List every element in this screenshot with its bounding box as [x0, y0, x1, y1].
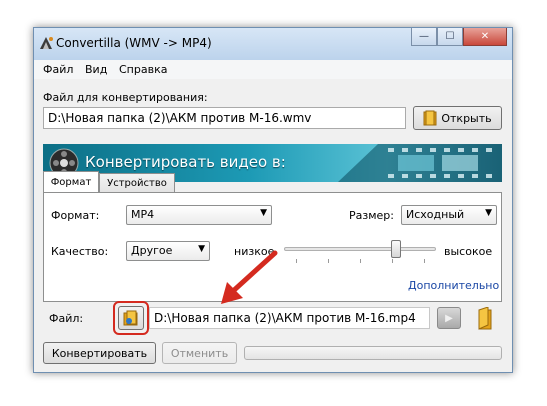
- close-button[interactable]: ✕: [463, 28, 507, 46]
- menu-bar: Файл Вид Справка: [34, 60, 512, 79]
- convert-button[interactable]: Конвертировать: [43, 342, 156, 364]
- slider-thumb[interactable]: [391, 240, 401, 258]
- chevron-down-icon: ▼: [485, 208, 492, 218]
- quality-select[interactable]: Другое ▼: [126, 241, 210, 261]
- format-label: Формат:: [51, 209, 100, 222]
- slider-track: [284, 247, 436, 251]
- quality-high-label: высокое: [444, 245, 493, 258]
- chevron-down-icon: ▼: [198, 244, 205, 254]
- window-title: Convertilla (WMV -> MP4): [56, 36, 212, 50]
- slider-tick: [424, 259, 425, 263]
- title-bar[interactable]: Convertilla (WMV -> MP4) — ☐ ✕: [34, 28, 512, 60]
- slider-tick: [296, 259, 297, 263]
- quality-slider[interactable]: [284, 239, 436, 265]
- play-button[interactable]: ▶: [437, 307, 461, 329]
- banner-text: Конвертировать видео в:: [85, 153, 286, 171]
- folder-icon: [423, 110, 437, 126]
- play-icon: ▶: [445, 312, 453, 324]
- minimize-button[interactable]: —: [411, 28, 437, 46]
- slider-tick: [392, 259, 393, 263]
- film-strip-icon: [338, 144, 502, 182]
- output-browse-button[interactable]: [118, 306, 144, 330]
- output-file-input[interactable]: D:\Новая папка (2)\АКМ против М-16.mp4: [149, 307, 430, 329]
- source-file-input[interactable]: D:\Новая папка (2)\АКМ против М-16.wmv: [43, 107, 406, 129]
- quality-select-value: Другое: [131, 244, 173, 257]
- conversion-progress-bar: [244, 346, 502, 360]
- size-select-value: Исходный: [406, 208, 465, 221]
- app-icon: [40, 37, 53, 49]
- menu-help[interactable]: Справка: [119, 63, 167, 76]
- open-folder-icon[interactable]: [477, 307, 495, 331]
- app-window: Convertilla (WMV -> MP4) — ☐ ✕ Файл Вид …: [33, 27, 513, 373]
- format-select-value: MP4: [131, 208, 155, 221]
- output-file-label: Файл:: [49, 312, 84, 325]
- quality-label: Качество:: [51, 245, 109, 258]
- tab-format[interactable]: Формат: [43, 171, 99, 193]
- folder-icon: [123, 310, 138, 326]
- size-select[interactable]: Исходный ▼: [401, 205, 497, 225]
- slider-tick: [328, 259, 329, 263]
- chevron-down-icon: ▼: [260, 208, 267, 218]
- open-button-label: Открыть: [441, 111, 492, 125]
- format-select[interactable]: MP4 ▼: [126, 205, 272, 225]
- advanced-link[interactable]: Дополнительно: [408, 279, 499, 292]
- cancel-button[interactable]: Отменить: [162, 342, 237, 364]
- annotation-arrow-icon: [221, 250, 278, 304]
- size-label: Размер:: [349, 209, 394, 222]
- source-file-label: Файл для конвертирования:: [43, 91, 208, 104]
- menu-file[interactable]: Файл: [43, 63, 73, 76]
- maximize-button[interactable]: ☐: [437, 28, 463, 46]
- tab-device[interactable]: Устройство: [99, 173, 175, 193]
- open-button[interactable]: Открыть: [413, 106, 502, 130]
- menu-view[interactable]: Вид: [85, 63, 107, 76]
- slider-tick: [360, 259, 361, 263]
